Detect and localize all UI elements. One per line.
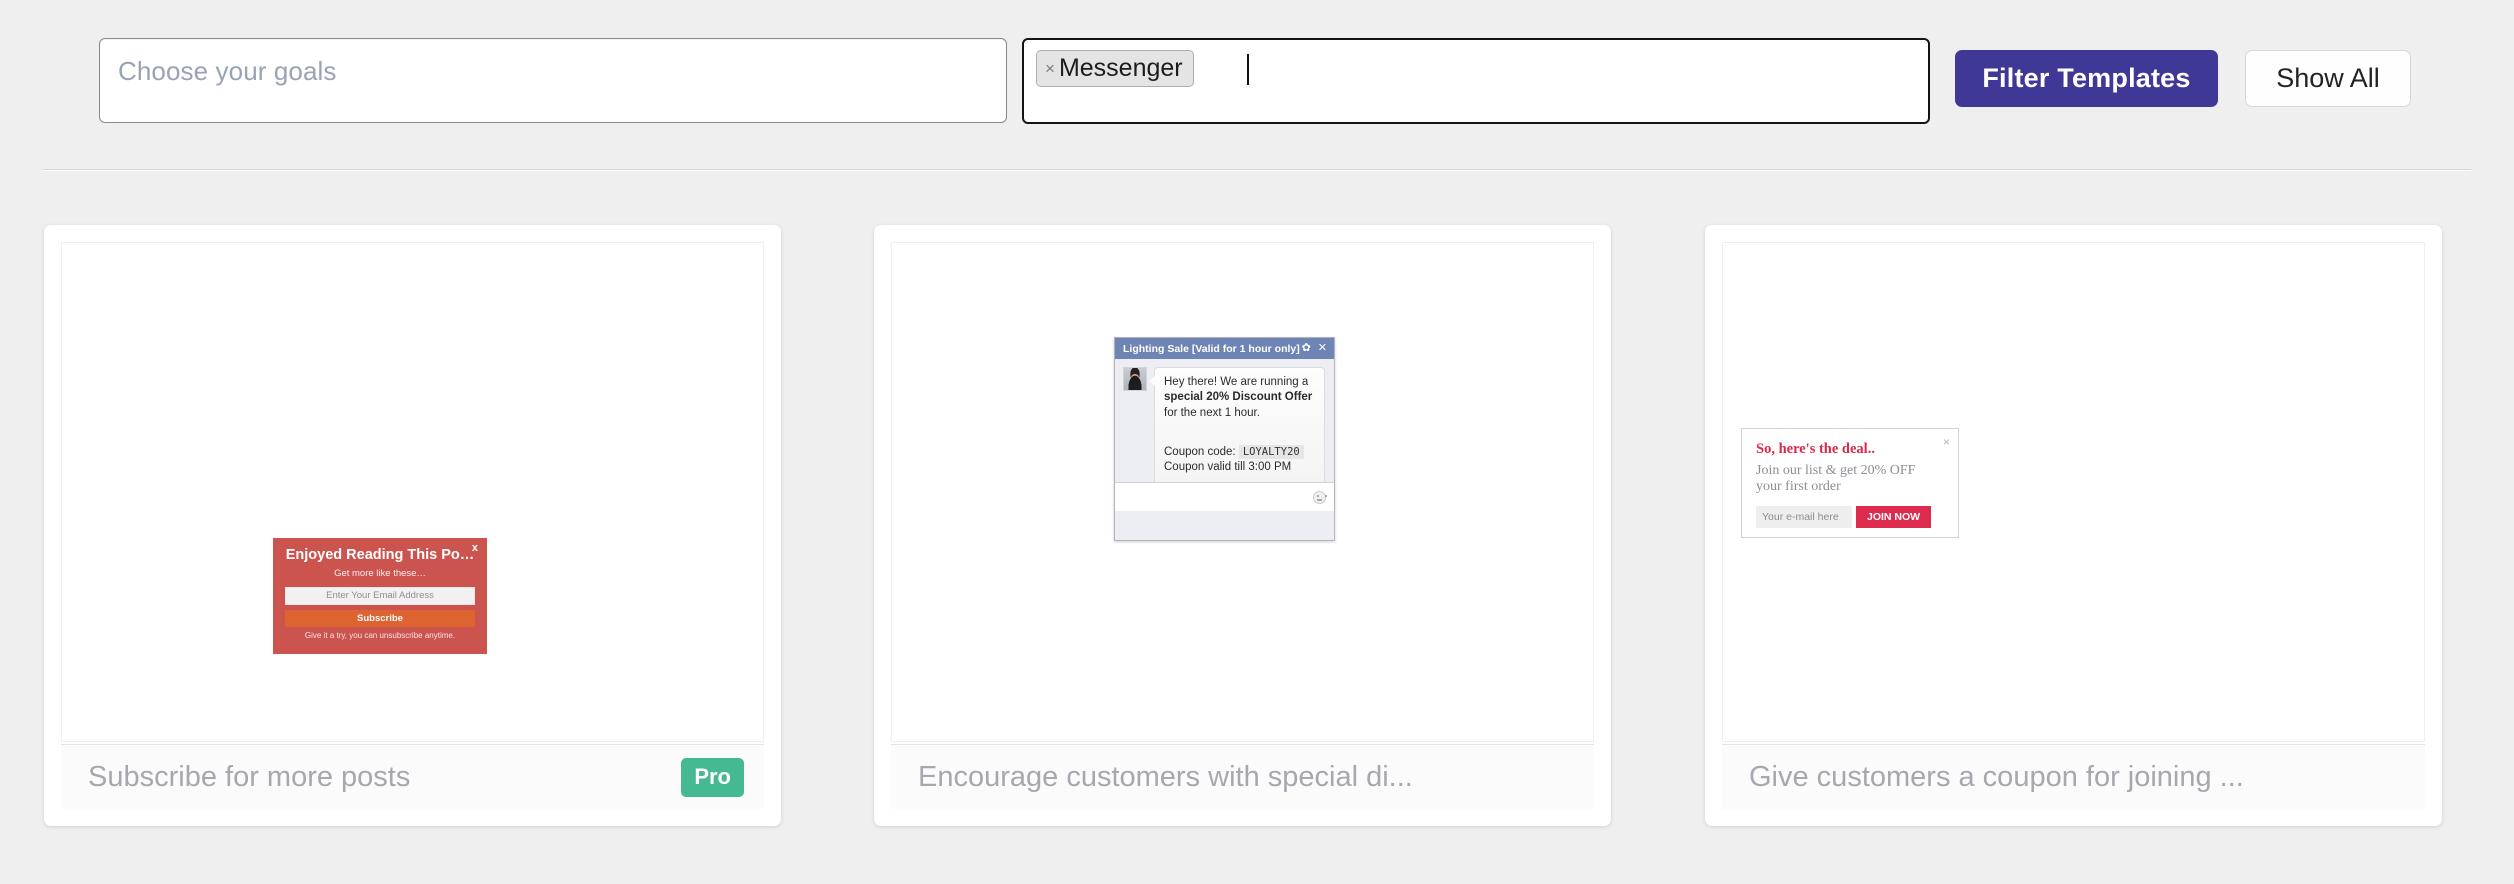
emoji-icon[interactable] [1313, 490, 1327, 504]
messenger-popup: Lighting Sale [Valid for 1 hour only] ✿ … [1114, 337, 1335, 541]
avatar [1123, 367, 1147, 391]
popup-title: So, here's the deal.. [1756, 441, 1875, 457]
template-preview[interactable]: x Enjoyed Reading This Po… Get more like… [61, 242, 764, 742]
card-caption: Subscribe for more posts [88, 760, 411, 793]
popup-note: Give it a try, you can unsubscribe anyti… [304, 630, 456, 640]
coupon-popup: × So, here's the deal.. Join our list & … [1741, 428, 1959, 538]
close-icon[interactable]: × [1943, 435, 1950, 449]
message-text-part1: Hey there! We are running a [1164, 376, 1309, 388]
close-icon[interactable]: ✕ [1318, 343, 1327, 354]
coupon-validity: Coupon valid till 3:00 PM [1164, 461, 1292, 474]
popup-subtitle: Get more like these… [334, 567, 426, 579]
message-text-bold: special 20% Discount Offer [1164, 391, 1313, 404]
template-preview[interactable]: × So, here's the deal.. Join our list & … [1722, 242, 2425, 742]
card-footer: Encourage customers with special di... [891, 744, 1594, 809]
gear-icon[interactable]: ✿ [1302, 343, 1311, 354]
popup-subtitle: Join our list & get 20% OFF your first o… [1756, 462, 1916, 495]
messenger-title: Lighting Sale [Valid for 1 hour only] [1123, 342, 1300, 355]
coupon-label: Coupon code: [1164, 445, 1236, 458]
message-text-part2: for the next 1 hour. [1164, 406, 1260, 419]
subscribe-button[interactable]: Subscribe [285, 609, 475, 627]
card-footer: Give customers a coupon for joining ... [1722, 744, 2425, 809]
close-icon[interactable]: x [472, 542, 478, 554]
card-caption: Give customers a coupon for joining ... [1749, 760, 2244, 793]
subscribe-popup: x Enjoyed Reading This Po… Get more like… [273, 538, 487, 654]
pro-badge: Pro [681, 757, 744, 797]
popup-title: Enjoyed Reading This Po… [285, 548, 475, 563]
email-input[interactable]: Your e-mail here [1756, 505, 1852, 528]
join-now-button[interactable]: JOIN NOW [1856, 505, 1932, 528]
card-caption: Encourage customers with special di... [918, 760, 1413, 793]
messenger-body: Hey there! We are running a special 20% … [1115, 359, 1334, 511]
signup-form: Your e-mail here JOIN NOW [1756, 505, 1944, 528]
messenger-composer[interactable] [1115, 482, 1334, 511]
template-preview[interactable]: Lighting Sale [Valid for 1 hour only] ✿ … [891, 242, 1594, 742]
template-card-grid: x Enjoyed Reading This Po… Get more like… [0, 0, 2514, 884]
coupon-code: LOYALTY20 [1238, 444, 1304, 459]
template-card[interactable]: Lighting Sale [Valid for 1 hour only] ✿ … [874, 225, 1611, 826]
coupon-code-line: Coupon code: LOYALTY20 [1164, 444, 1315, 460]
card-footer: Subscribe for more posts Pro [61, 744, 764, 809]
email-input[interactable]: Enter Your Email Address [285, 586, 475, 605]
template-card[interactable]: x Enjoyed Reading This Po… Get more like… [44, 225, 781, 826]
messenger-header: Lighting Sale [Valid for 1 hour only] ✿ … [1115, 338, 1334, 359]
template-card[interactable]: × So, here's the deal.. Join our list & … [1705, 225, 2442, 826]
